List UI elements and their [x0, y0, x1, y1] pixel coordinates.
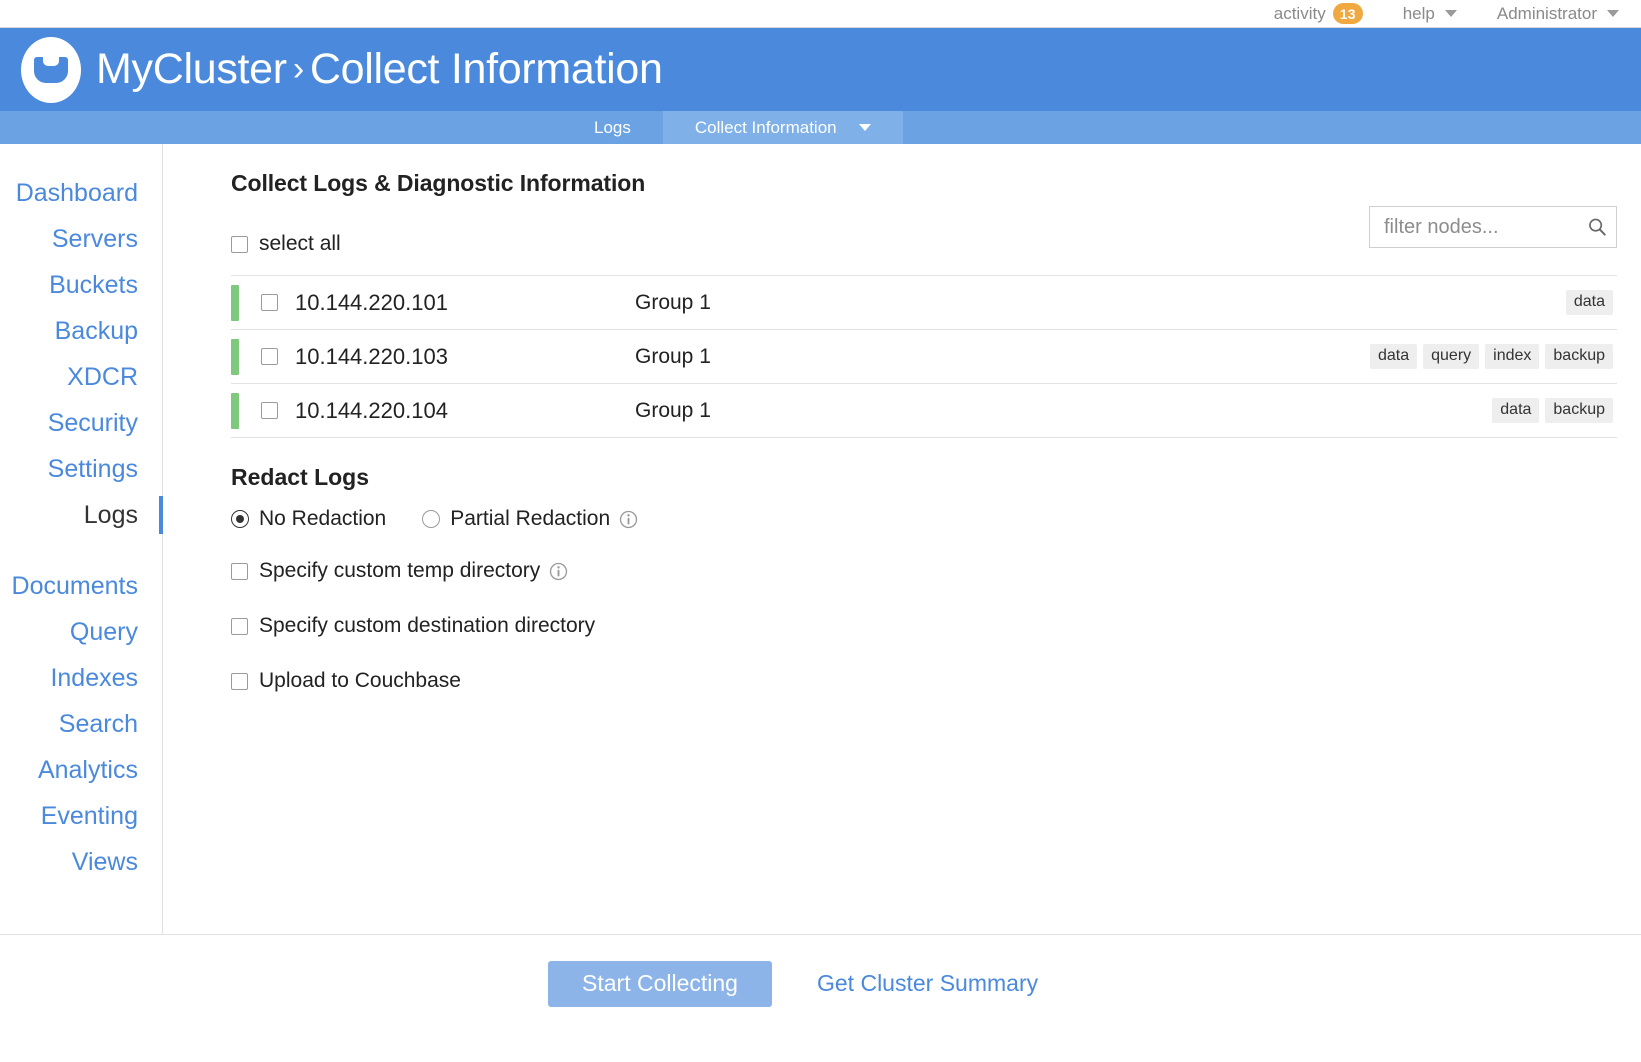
utility-bar: activity 13 help Administrator	[0, 0, 1641, 28]
app-header: MyCluster›Collect Information	[0, 28, 1641, 111]
destination-directory-label: Specify custom destination directory	[259, 614, 595, 638]
sidebar-item-backup[interactable]: Backup	[0, 308, 162, 354]
sidebar-item-eventing[interactable]: Eventing	[0, 793, 162, 839]
cluster-name[interactable]: MyCluster	[96, 45, 287, 93]
table-row[interactable]: 10.144.220.103 Group 1 data query index …	[231, 330, 1617, 384]
table-row[interactable]: 10.144.220.101 Group 1 data	[231, 276, 1617, 330]
node-address: 10.144.220.101	[295, 290, 635, 316]
chevron-down-icon	[1445, 10, 1457, 17]
sidebar-item-security[interactable]: Security	[0, 400, 162, 446]
radio-partial-redaction-label: Partial Redaction	[450, 507, 610, 531]
node-address: 10.144.220.103	[295, 344, 635, 370]
select-all-label: select all	[259, 232, 341, 256]
node-status-indicator	[231, 285, 239, 321]
activity-count-badge: 13	[1333, 3, 1363, 24]
search-icon[interactable]	[1586, 216, 1608, 238]
temp-directory-label: Specify custom temp directory	[259, 559, 540, 583]
node-group: Group 1	[635, 345, 965, 369]
node-services: data	[1566, 290, 1617, 315]
section-title: Collect Logs & Diagnostic Information	[231, 170, 1617, 197]
filter-nodes-box	[1369, 206, 1617, 248]
tab-collect-information[interactable]: Collect Information	[663, 111, 903, 144]
node-select-checkbox[interactable]	[261, 348, 278, 365]
tab-bar: Logs Collect Information	[0, 111, 1641, 144]
user-label: Administrator	[1497, 4, 1597, 24]
service-badge: backup	[1545, 344, 1613, 369]
action-footer: Start Collecting Get Cluster Summary	[0, 934, 1641, 1032]
page-name: Collect Information	[310, 45, 663, 93]
sidebar-item-views[interactable]: Views	[0, 839, 162, 885]
radio-partial-redaction-input[interactable]	[422, 510, 440, 528]
node-services: data query index backup	[1370, 344, 1617, 369]
node-status-indicator	[231, 393, 239, 429]
start-collecting-button[interactable]: Start Collecting	[548, 961, 772, 1007]
couchbase-admin-console: activity 13 help Administrator MyCluster…	[0, 0, 1641, 1062]
service-badge: data	[1492, 398, 1539, 423]
couchbase-logo-icon	[16, 35, 86, 105]
chevron-down-icon	[859, 124, 871, 131]
radio-no-redaction-label: No Redaction	[259, 507, 386, 531]
breadcrumb-separator-icon: ›	[293, 50, 304, 88]
sidebar-item-indexes[interactable]: Indexes	[0, 655, 162, 701]
service-badge: data	[1566, 290, 1613, 315]
bottom-spacer	[0, 1032, 1641, 1062]
tab-collect-information-label: Collect Information	[695, 118, 837, 138]
node-status-indicator	[231, 339, 239, 375]
tab-logs-label: Logs	[594, 118, 631, 138]
user-menu[interactable]: Administrator	[1497, 4, 1619, 24]
radio-partial-redaction[interactable]: Partial Redaction	[422, 507, 638, 531]
node-group: Group 1	[635, 399, 965, 423]
help-menu[interactable]: help	[1403, 4, 1457, 24]
sidebar-item-dashboard[interactable]: Dashboard	[0, 170, 162, 216]
sidebar-item-settings[interactable]: Settings	[0, 446, 162, 492]
node-list: 10.144.220.101 Group 1 data 10.144.220.1…	[231, 275, 1617, 438]
main-content: Collect Logs & Diagnostic Information se…	[163, 144, 1641, 934]
temp-directory-checkbox[interactable]	[231, 563, 248, 580]
redact-logs-title: Redact Logs	[231, 464, 1617, 491]
service-badge: query	[1423, 344, 1479, 369]
activity-menu[interactable]: activity 13	[1274, 3, 1363, 24]
page-title: MyCluster›Collect Information	[96, 48, 663, 91]
upload-to-couchbase-checkbox[interactable]	[231, 673, 248, 690]
upload-to-couchbase-label: Upload to Couchbase	[259, 669, 461, 693]
node-address: 10.144.220.104	[295, 398, 635, 424]
option-destination-directory[interactable]: Specify custom destination directory	[231, 607, 1617, 645]
sidebar-item-query[interactable]: Query	[0, 609, 162, 655]
help-label: help	[1403, 4, 1435, 24]
sidebar-item-logs[interactable]: Logs	[0, 492, 162, 538]
node-select-checkbox[interactable]	[261, 294, 278, 311]
sidebar-nav: Dashboard Servers Buckets Backup XDCR Se…	[0, 144, 163, 934]
sidebar-item-xdcr[interactable]: XDCR	[0, 354, 162, 400]
filter-nodes-input[interactable]	[1384, 216, 1586, 239]
sidebar-item-analytics[interactable]: Analytics	[0, 747, 162, 793]
redact-options: No Redaction Partial Redaction	[231, 503, 1617, 535]
table-row[interactable]: 10.144.220.104 Group 1 data backup	[231, 384, 1617, 438]
info-icon[interactable]	[549, 562, 568, 581]
page-body: Dashboard Servers Buckets Backup XDCR Se…	[0, 144, 1641, 934]
option-temp-directory[interactable]: Specify custom temp directory	[231, 552, 1617, 590]
sidebar-item-documents[interactable]: Documents	[0, 563, 162, 609]
get-cluster-summary-button[interactable]: Get Cluster Summary	[817, 970, 1038, 997]
activity-label: activity	[1274, 4, 1326, 24]
node-select-checkbox[interactable]	[261, 402, 278, 419]
service-badge: data	[1370, 344, 1417, 369]
destination-directory-checkbox[interactable]	[231, 618, 248, 635]
node-group: Group 1	[635, 291, 965, 315]
sidebar-item-servers[interactable]: Servers	[0, 216, 162, 262]
chevron-down-icon	[1607, 10, 1619, 17]
radio-no-redaction-input[interactable]	[231, 510, 249, 528]
info-icon[interactable]	[619, 510, 638, 529]
node-services: data backup	[1492, 398, 1617, 423]
sidebar-item-buckets[interactable]: Buckets	[0, 262, 162, 308]
radio-no-redaction[interactable]: No Redaction	[231, 507, 386, 531]
sidebar-item-search[interactable]: Search	[0, 701, 162, 747]
option-upload-to-couchbase[interactable]: Upload to Couchbase	[231, 662, 1617, 700]
service-badge: backup	[1545, 398, 1613, 423]
service-badge: index	[1485, 344, 1539, 369]
tab-logs[interactable]: Logs	[562, 111, 663, 144]
select-all-checkbox[interactable]	[231, 236, 248, 253]
